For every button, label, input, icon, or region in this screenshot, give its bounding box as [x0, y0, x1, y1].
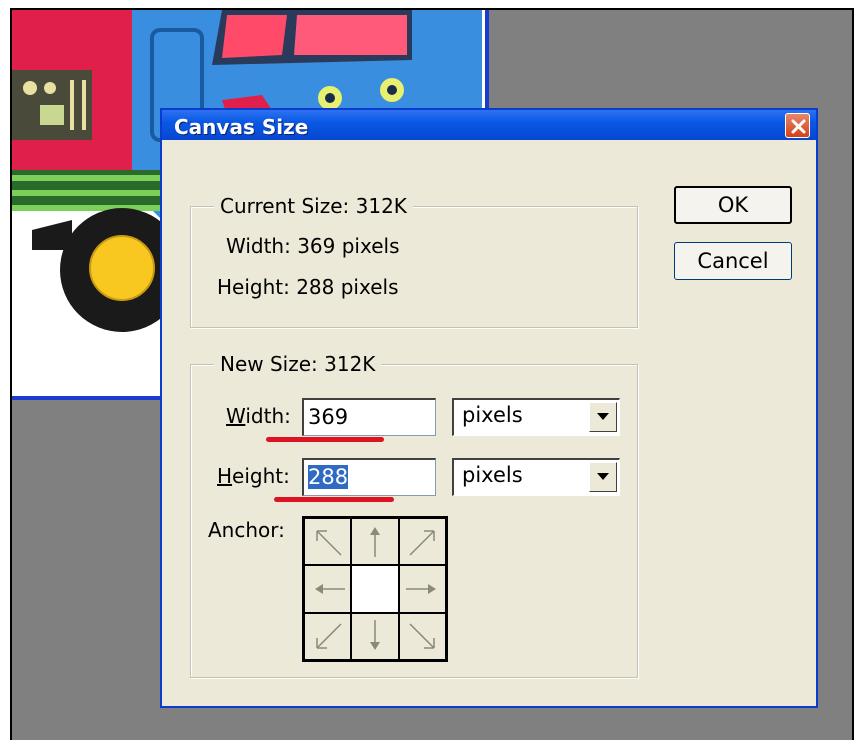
- width-label-accesskey: W: [226, 404, 246, 428]
- close-icon: [791, 119, 806, 134]
- current-size-legend: Current Size: 312K: [214, 194, 413, 218]
- anchor-top-right[interactable]: [398, 518, 446, 566]
- width-input[interactable]: 369: [302, 398, 436, 436]
- close-button[interactable]: [785, 113, 810, 138]
- anchor-middle-left[interactable]: [304, 565, 352, 613]
- width-unit-select[interactable]: pixels: [452, 398, 620, 436]
- arrow-left-icon: [315, 584, 345, 595]
- anchor-grid: [302, 516, 448, 662]
- height-label-accesskey: H: [217, 464, 233, 488]
- anchor-top-center[interactable]: [351, 518, 399, 566]
- height-input[interactable]: 288: [302, 458, 436, 496]
- anchor-bottom-center[interactable]: [351, 612, 399, 660]
- width-annotation-underline: [266, 437, 384, 442]
- height-unit-dropdown-button[interactable]: [589, 462, 617, 492]
- height-annotation-underline: [274, 497, 394, 502]
- dialog-title: Canvas Size: [174, 115, 309, 139]
- width-unit-value: pixels: [462, 403, 523, 427]
- arrow-down-left-icon: [316, 623, 342, 649]
- height-unit-value: pixels: [462, 463, 523, 487]
- frame-border-right: [852, 10, 854, 740]
- anchor-bottom-left[interactable]: [304, 612, 352, 660]
- canvas-size-dialog: Canvas Size Current Size: 312K Width: 36…: [160, 108, 818, 708]
- current-size-group: [190, 206, 638, 328]
- anchor-middle-right[interactable]: [398, 565, 446, 613]
- anchor-bottom-right[interactable]: [398, 612, 446, 660]
- arrow-right-icon: [405, 584, 436, 595]
- width-label: Width:: [226, 404, 291, 428]
- anchor-center[interactable]: [351, 565, 399, 613]
- width-unit-dropdown-button[interactable]: [589, 402, 617, 432]
- new-size-legend: New Size: 312K: [214, 352, 382, 376]
- anchor-top-left[interactable]: [304, 518, 352, 566]
- dropdown-arrow-icon: [597, 413, 609, 420]
- anchor-label: Anchor:: [208, 518, 285, 542]
- arrow-down-icon: [370, 619, 381, 650]
- height-input-value: 288: [308, 465, 349, 489]
- ok-button[interactable]: OK: [674, 186, 792, 224]
- width-input-value: 369: [308, 405, 349, 429]
- arrow-up-right-icon: [409, 530, 435, 556]
- height-label-rest: eight:: [232, 464, 290, 488]
- arrow-down-right-icon: [409, 623, 435, 649]
- arrow-up-icon: [370, 527, 381, 557]
- height-unit-select[interactable]: pixels: [452, 458, 620, 496]
- dialog-title-bar[interactable]: Canvas Size: [162, 110, 816, 140]
- current-height-text: Height: 288 pixels: [217, 275, 399, 299]
- height-label: Height:: [217, 464, 290, 488]
- current-width-text: Width: 369 pixels: [226, 234, 400, 258]
- dropdown-arrow-icon: [597, 473, 609, 480]
- width-label-rest: idth:: [245, 404, 291, 428]
- cancel-button[interactable]: Cancel: [674, 242, 792, 280]
- arrow-up-left-icon: [316, 530, 342, 556]
